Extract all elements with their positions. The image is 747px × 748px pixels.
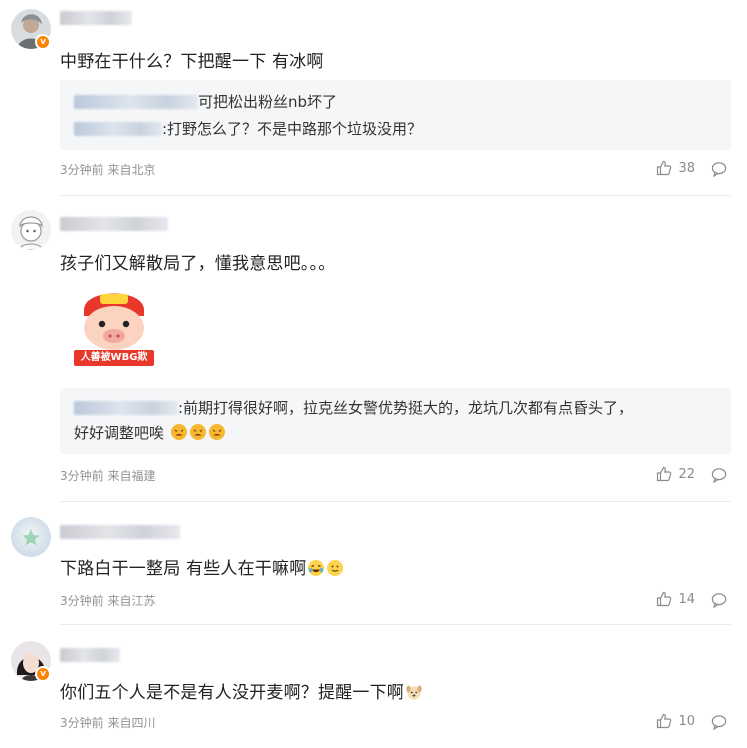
reply-text: 可把松出粉丝nb坏了 [198, 93, 338, 111]
like-count: 10 [678, 713, 695, 729]
thumbs-up-icon [657, 466, 672, 482]
comment-bubble-icon[interactable] [711, 592, 727, 608]
reply-box: 可把松出粉丝nb坏了 :打野怎么了？不是中路那个垃圾没用？ [60, 80, 731, 150]
comment-item: v 你们五个人是不是有人没开麦啊？提醒一下啊 3分钟前 来自四川 10 [0, 625, 747, 748]
comment-bubble-icon[interactable] [711, 161, 727, 177]
comment-meta: 3分钟前 来自四川 [60, 716, 156, 730]
like-count: 22 [678, 466, 695, 482]
comment-text-content: 你们五个人是不是有人没开麦啊？提醒一下啊 [60, 683, 404, 703]
smile-emoji-icon [325, 559, 344, 579]
reply-text: :前期打得很好啊，拉克丝女警优势挺大的，龙坑几次都有点昏头了， [178, 399, 634, 417]
comment-text-content: 下路白干一整局 有些人在干嘛啊 [60, 559, 307, 579]
username-blurred[interactable] [60, 525, 180, 539]
emoji-icon [169, 424, 188, 442]
comment-text: 下路白干一整局 有些人在干嘛啊 [60, 554, 344, 579]
like-button[interactable]: 22 [656, 466, 695, 482]
like-count: 14 [678, 591, 695, 607]
reply-item[interactable]: 好好调整吧唉 [74, 422, 226, 443]
reply-username-blurred[interactable] [74, 95, 198, 109]
like-button[interactable]: 14 [656, 591, 695, 607]
comment-text: 中野在干什么？下把醒一下 有冰啊 [60, 52, 324, 72]
comment-item: v 中野在干什么？下把醒一下 有冰啊 可把松出粉丝nb坏了 :打野怎么了？不是中… [0, 0, 747, 195]
thumbs-up-icon [657, 591, 672, 607]
comment-item: 下路白干一整局 有些人在干嘛啊 3分钟前 来自江苏 14 [0, 502, 747, 624]
avatar[interactable] [11, 517, 51, 557]
comment-meta: 3分钟前 来自江苏 [60, 594, 156, 608]
emoji-icon [207, 424, 226, 442]
comment-text: 孩子们又解散局了，懂我意思吧。。。 [60, 254, 336, 274]
comment-bubble-icon[interactable] [711, 467, 727, 483]
avatar[interactable] [11, 210, 51, 250]
username-blurred[interactable] [60, 11, 132, 25]
comment-bubble-icon[interactable] [711, 714, 727, 730]
like-button[interactable]: 38 [656, 160, 695, 176]
sticker-image[interactable]: 人善被WBG欺 [70, 282, 158, 374]
comment-item: 孩子们又解散局了，懂我意思吧。。。 人善被WBG欺 :前期打得很好啊，拉克丝女警… [0, 196, 747, 501]
verified-badge-icon: v [35, 666, 51, 682]
emoji-icon [188, 424, 207, 442]
reply-text: 好好调整吧唉 [74, 424, 165, 442]
username-blurred[interactable] [60, 217, 168, 231]
like-count: 38 [678, 160, 695, 176]
laughing-tears-emoji-icon [306, 559, 325, 579]
thumbs-up-icon [657, 160, 672, 176]
like-button[interactable]: 10 [656, 713, 695, 729]
verified-badge-icon: v [35, 34, 51, 50]
reply-username-blurred[interactable] [74, 122, 162, 136]
reply-item[interactable]: :打野怎么了？不是中路那个垃圾没用？ [74, 118, 422, 139]
comment-meta: 3分钟前 来自北京 [60, 163, 156, 177]
reply-username-blurred[interactable] [74, 401, 178, 415]
reply-item[interactable]: :前期打得很好啊，拉克丝女警优势挺大的，龙坑几次都有点昏头了， [74, 397, 633, 418]
comment-meta: 3分钟前 来自福建 [60, 469, 156, 483]
sticker-caption: 人善被WBG欺 [80, 352, 148, 363]
reply-item[interactable]: 可把松出粉丝nb坏了 [74, 91, 337, 112]
reply-text: :打野怎么了？不是中路那个垃圾没用？ [162, 120, 423, 138]
comment-text: 你们五个人是不是有人没开麦啊？提醒一下啊 [60, 678, 423, 703]
reply-box: :前期打得很好啊，拉克丝女警优势挺大的，龙坑几次都有点昏头了， 好好调整吧唉 [60, 388, 731, 454]
dog-emoji-icon [404, 683, 423, 703]
username-blurred[interactable] [60, 648, 120, 662]
thumbs-up-icon [657, 713, 672, 729]
